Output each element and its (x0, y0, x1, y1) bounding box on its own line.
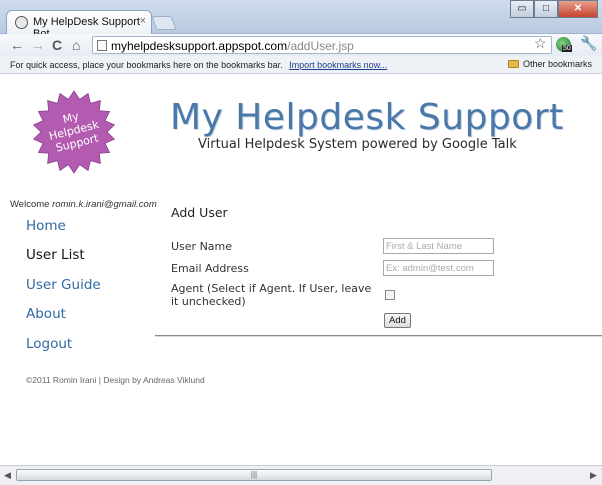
extension-badge: 50 (562, 45, 572, 52)
nav-user-guide[interactable]: User Guide (26, 277, 101, 293)
wrench-icon[interactable]: 🔧 (580, 35, 597, 52)
email-field[interactable] (383, 260, 494, 276)
reload-icon[interactable]: C (52, 37, 62, 53)
other-bookmarks-label: Other bookmarks (522, 59, 592, 69)
agent-checkbox[interactable] (385, 290, 395, 300)
site-title: My Helpdesk Support (170, 97, 564, 138)
bookmarks-bar: For quick access, place your bookmarks h… (0, 56, 602, 74)
username-field[interactable] (383, 238, 494, 254)
scroll-right-icon[interactable]: ▶ (590, 470, 597, 481)
welcome-label: Welcome (10, 199, 50, 210)
close-tab-icon[interactable]: × (140, 15, 146, 27)
globe-icon (15, 16, 28, 29)
url-path: /addUser.jsp (287, 39, 354, 53)
new-tab-button[interactable] (151, 16, 177, 30)
home-icon[interactable]: ⌂ (72, 37, 80, 53)
maximize-button[interactable]: □ (534, 0, 558, 18)
content-divider (155, 335, 602, 336)
url-host: myhelpdesksupport.appspot.com (111, 39, 288, 53)
nav-logout[interactable]: Logout (26, 336, 72, 352)
forward-arrow-icon[interactable]: → (31, 37, 45, 53)
nav-home[interactable]: Home (26, 218, 66, 234)
back-arrow-icon[interactable]: ← (10, 37, 24, 53)
welcome-message: Welcome romin.k.irani@gmail.com (10, 199, 157, 210)
import-bookmarks-link[interactable]: Import bookmarks now... (289, 60, 387, 70)
email-label: Email Address (171, 262, 249, 275)
other-bookmarks-button[interactable]: Other bookmarks (507, 59, 592, 69)
page-icon (97, 40, 107, 51)
scroll-thumb[interactable]: ||| (16, 469, 492, 481)
username-label: User Name (171, 240, 233, 253)
minimize-button[interactable]: ▭ (510, 0, 534, 18)
nav-user-list[interactable]: User List (26, 247, 85, 263)
footer-credits: ©2011 Romin Irani | Design by Andreas Vi… (26, 375, 205, 385)
horizontal-scrollbar[interactable]: ◀ ||| ▶ (0, 465, 602, 485)
scroll-left-icon[interactable]: ◀ (4, 470, 11, 481)
site-tagline: Virtual Helpdesk System powered by Googl… (198, 137, 517, 152)
nav-about[interactable]: About (26, 306, 66, 322)
window-controls: ▭ □ ✕ (510, 0, 598, 18)
user-email: romin.k.irani@gmail.com (52, 199, 157, 210)
folder-icon (507, 60, 519, 68)
bookmarks-prompt: For quick access, place your bookmarks h… (10, 60, 283, 70)
agent-label: Agent (Select if Agent. If User, leave i… (171, 282, 372, 308)
browser-toolbar: ← → C ⌂ myhelpdesksupport.appspot.com/ad… (0, 34, 602, 56)
browser-tab[interactable]: My HelpDesk Support Bot × (6, 10, 152, 40)
browser-title-bar: My HelpDesk Support Bot × ▭ □ ✕ (0, 0, 602, 40)
form-heading: Add User (171, 205, 228, 220)
bookmark-star-icon[interactable]: ☆ (534, 35, 547, 52)
address-bar[interactable]: myhelpdesksupport.appspot.com/addUser.js… (92, 36, 552, 54)
add-user-button[interactable]: Add (384, 313, 411, 328)
close-window-button[interactable]: ✕ (558, 0, 598, 18)
